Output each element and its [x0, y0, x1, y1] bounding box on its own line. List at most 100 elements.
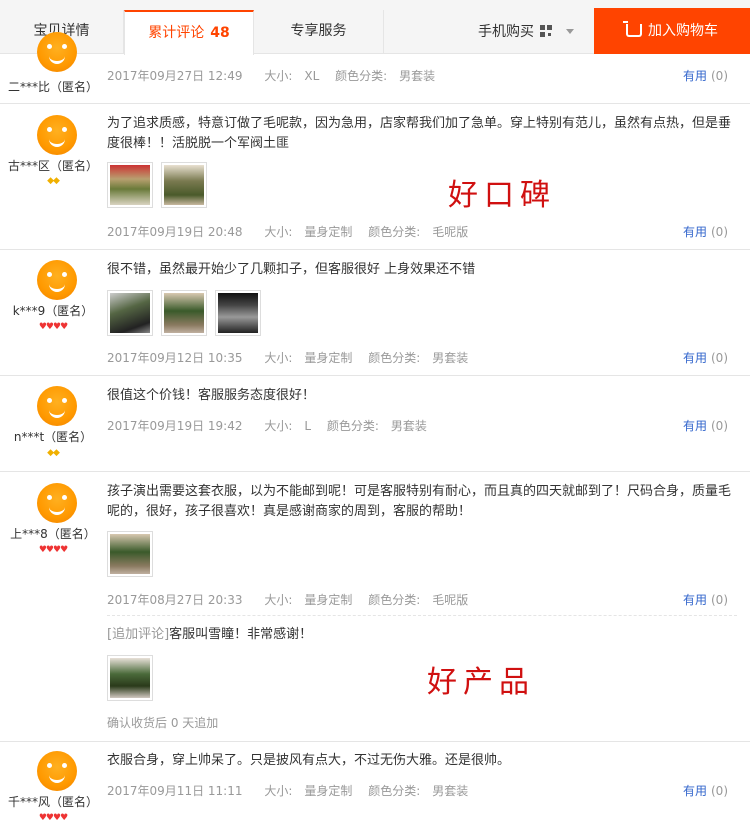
size-value: L: [304, 419, 312, 433]
review-item: 千***风（匿名） ♥♥♥♥ 衣服合身，穿上帅呆了。只是披风有点大，不过无伤大雅…: [0, 742, 750, 835]
size-label: 大小:: [264, 69, 293, 83]
avatar: [37, 32, 77, 72]
review-text: 很值这个价钱！客服服务态度很好！: [107, 388, 316, 403]
useful-button[interactable]: 有用 (0): [683, 782, 728, 799]
useful-label: 有用: [682, 419, 707, 433]
tab-reviews-label: 累计评论: [148, 25, 205, 41]
review-photo[interactable]: [215, 290, 261, 336]
size-label: 大小:: [264, 593, 293, 607]
append-confirm-note: 确认收货后 0 天追加: [107, 716, 219, 730]
review-item: 古***区（匿名） ◆◆ 为了追求质感，特意订做了毛呢款，因为急用，店家帮我们加…: [0, 104, 750, 250]
review-photo[interactable]: [107, 162, 153, 208]
size-value: 量身定制: [304, 784, 353, 798]
useful-count: (0): [711, 784, 728, 798]
color-value: 男套装: [399, 69, 436, 83]
useful-label: 有用: [682, 784, 707, 798]
color-label: 颜色分类:: [326, 419, 379, 433]
useful-button[interactable]: 有用 (0): [683, 417, 728, 434]
size-value: 量身定制: [304, 351, 353, 365]
useful-button[interactable]: 有用 (0): [683, 349, 728, 366]
size-label: 大小:: [264, 784, 293, 798]
size-value: XL: [304, 69, 320, 83]
review-photo[interactable]: [161, 162, 207, 208]
avatar: [37, 260, 77, 300]
buyer-level-badge: ◆◆: [47, 448, 60, 458]
color-label: 颜色分类:: [368, 351, 421, 365]
size-value: 量身定制: [304, 225, 353, 239]
useful-label: 有用: [682, 351, 707, 365]
useful-count: (0): [711, 419, 728, 433]
color-label: 颜色分类:: [335, 69, 388, 83]
color-label: 颜色分类:: [368, 593, 421, 607]
review-photos: [107, 290, 269, 336]
useful-label: 有用: [682, 593, 707, 607]
add-to-cart-label: 加入购物车: [648, 23, 718, 39]
useful-count: (0): [711, 351, 728, 365]
review-photo[interactable]: [107, 290, 153, 336]
tab-reviews[interactable]: 累计评论 48: [124, 10, 254, 55]
review-photo[interactable]: [107, 531, 153, 577]
user-name: k***9（匿名）: [12, 304, 94, 318]
user-name: 上***8（匿名）: [10, 527, 96, 541]
color-value: 男套装: [432, 351, 469, 365]
tab-bar: 宝贝详情 累计评论 48 专享服务 手机购买 加入购物车: [0, 0, 750, 55]
review-text: 为了追求质感，特意订做了毛呢款，因为急用，店家帮我们加了急单。穿上特别有范儿，虽…: [107, 116, 732, 151]
review-date: 2017年09月11日 11:11: [107, 784, 243, 798]
avatar: [37, 751, 77, 791]
review-text: 孩子演出需要这套衣服，以为不能邮到呢！可是客服特别有耐心，而且真的四天就邮到了！…: [107, 484, 732, 519]
review-photo[interactable]: [107, 655, 153, 701]
review-photos: [107, 162, 215, 208]
buyer-level-badge: ♥♥♥♥: [38, 322, 68, 332]
review-photo[interactable]: [161, 290, 207, 336]
tab-service[interactable]: 专享服务: [254, 10, 384, 54]
review-date: 2017年09月27日 12:49: [107, 69, 243, 83]
review-date: 2017年09月19日 20:48: [107, 225, 243, 239]
user-name: 二***比（匿名）: [7, 80, 98, 94]
review-meta: 2017年08月27日 20:33 大小: 量身定制 颜色分类: 毛呢版: [107, 591, 480, 608]
stamp-good-product: 好产品: [427, 665, 535, 700]
review-date: 2017年09月19日 19:42: [107, 419, 243, 433]
cart-icon: [623, 21, 642, 37]
review-date: 2017年08月27日 20:33: [107, 593, 243, 607]
avatar: [37, 386, 77, 426]
review-meta: 2017年09月27日 12:49 大小: XL 颜色分类: 男套装: [107, 67, 447, 84]
qr-code-icon: [540, 25, 552, 37]
review-meta: 2017年09月19日 19:42 大小: L 颜色分类: 男套装: [107, 417, 439, 434]
review-item: k***9（匿名） ♥♥♥♥ 很不错，虽然最开始少了几颗扣子，但客服很好 上身效…: [0, 250, 750, 376]
useful-label: 有用: [682, 225, 707, 239]
review-item: 二***比（匿名） 2017年09月27日 12:49 大小: XL 颜色分类: 男…: [0, 32, 750, 104]
size-label: 大小:: [264, 419, 293, 433]
color-value: 毛呢版: [432, 225, 469, 239]
review-photos: [107, 531, 161, 577]
useful-count: (0): [711, 225, 728, 239]
useful-count: (0): [711, 593, 728, 607]
size-value: 量身定制: [304, 593, 353, 607]
useful-button[interactable]: 有用 (0): [683, 223, 728, 240]
add-to-cart-button[interactable]: 加入购物车: [594, 8, 750, 54]
useful-label: 有用: [682, 69, 707, 83]
buyer-level-badge: ♥♥♥♥: [38, 545, 68, 555]
useful-count: (0): [711, 69, 728, 83]
useful-button[interactable]: 有用 (0): [683, 67, 728, 84]
review-meta: 2017年09月12日 10:35 大小: 量身定制 颜色分类: 男套装: [107, 349, 480, 366]
avatar: [37, 483, 77, 523]
review-meta: 2017年09月11日 11:11 大小: 量身定制 颜色分类: 男套装: [107, 782, 480, 799]
buyer-level-badge: ◆◆: [47, 176, 60, 186]
append-divider: [107, 615, 737, 616]
size-label: 大小:: [264, 225, 293, 239]
review-meta: 2017年09月19日 20:48 大小: 量身定制 颜色分类: 毛呢版: [107, 223, 480, 240]
review-item: n***t（匿名） ◆◆ 很值这个价钱！客服服务态度很好！ 2017年09月19…: [0, 376, 750, 472]
mobile-buy-button[interactable]: 手机购买: [478, 10, 574, 54]
user-name: 古***区（匿名）: [7, 159, 98, 173]
color-value: 男套装: [432, 784, 469, 798]
appended-review: [追加评论]客服叫雪瞳！非常感谢！: [107, 625, 737, 645]
avatar: [37, 115, 77, 155]
appended-review-text: 客服叫雪瞳！非常感谢！: [169, 627, 313, 642]
useful-button[interactable]: 有用 (0): [683, 591, 728, 608]
color-value: 毛呢版: [432, 593, 469, 607]
review-text: 衣服合身，穿上帅呆了。只是披风有点大，不过无伤大雅。还是很帅。: [107, 753, 511, 768]
user-name: n***t（匿名）: [13, 430, 93, 444]
stamp-reputation: 好口碑: [448, 178, 556, 213]
review-text: 很不错，虽然最开始少了几颗扣子，但客服很好 上身效果还不错: [107, 262, 476, 277]
color-value: 男套装: [390, 419, 427, 433]
